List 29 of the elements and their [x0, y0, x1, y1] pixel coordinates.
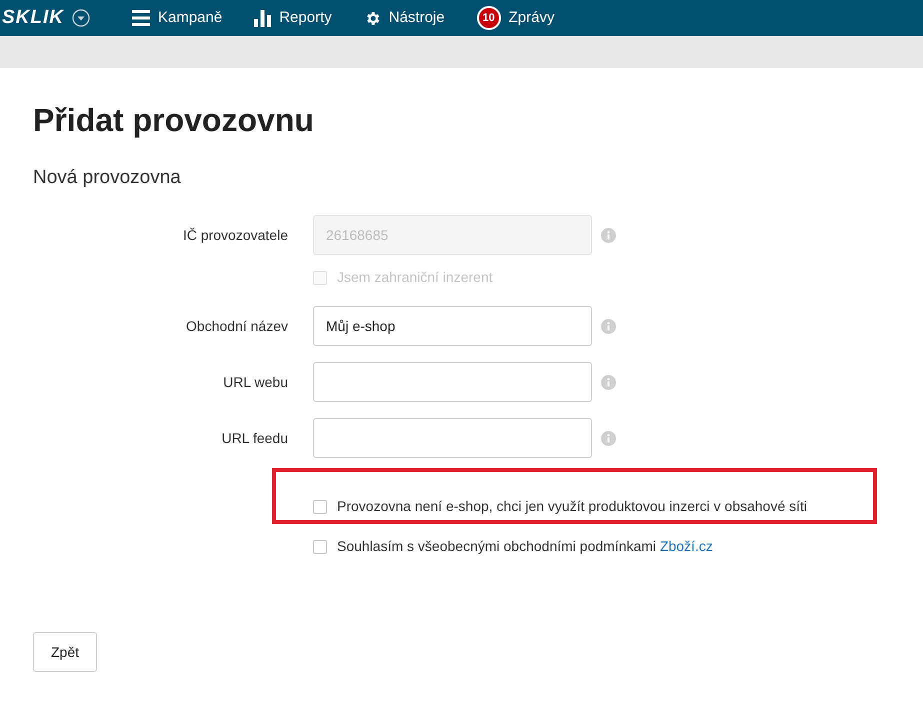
nav-link[interactable]: Reporty	[279, 6, 332, 30]
checkbox[interactable]	[313, 500, 327, 514]
nav-link[interactable]: Kampaně	[158, 6, 222, 30]
text-field[interactable]: Můj e-shop	[313, 306, 592, 346]
checkbox[interactable]	[313, 540, 327, 554]
field-label: URL webu	[222, 372, 288, 392]
info-icon[interactable]	[601, 318, 616, 334]
field-label: URL feedu	[220, 428, 288, 448]
info-icon[interactable]	[601, 228, 616, 242]
text-field[interactable]	[313, 418, 592, 458]
section-subtitle: Nová provozovna	[33, 166, 182, 190]
info-icon[interactable]	[601, 374, 616, 390]
back-button[interactable]: Zpět	[33, 632, 97, 672]
checkbox-label: Jsem zahraniční inzerent	[337, 268, 493, 287]
terms-link[interactable]: Zboží.cz	[660, 538, 713, 554]
nav-link[interactable]: Zprávy	[508, 6, 554, 30]
notification-badge: 10	[476, 6, 501, 30]
menu-icon	[132, 10, 150, 26]
nav-link[interactable]: Nástroje	[388, 6, 445, 30]
checkbox-label: Souhlasím s všeobecnými obchodními podmínkami Zboží.cz	[337, 537, 713, 556]
text-field[interactable]	[313, 362, 592, 402]
dropdown-caret-icon[interactable]	[72, 9, 90, 27]
page-title: Přidat provozovnu	[33, 101, 315, 140]
bar-chart-icon	[254, 10, 272, 26]
field-label: IČ provozovatele	[182, 226, 288, 245]
checkbox-label: Provozovna není e-shop, chci jen využít produktovou inzerci v obsahové síti	[337, 497, 808, 516]
logo[interactable]: SKLIK	[2, 4, 64, 32]
field-label: Obchodní název	[185, 316, 288, 336]
info-icon[interactable]	[601, 430, 616, 446]
